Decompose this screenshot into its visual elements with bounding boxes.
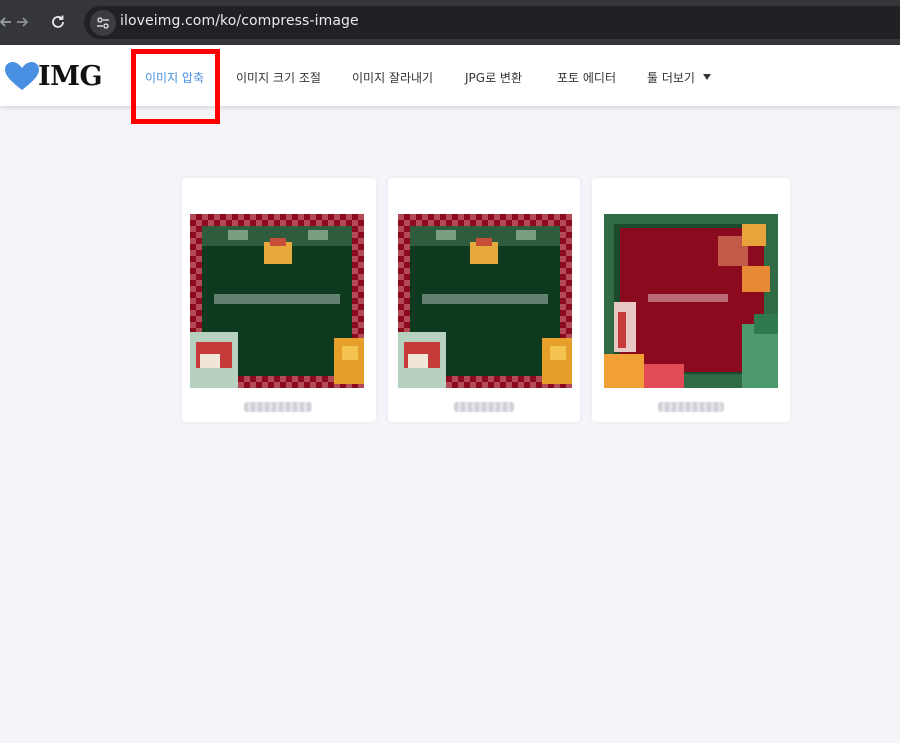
browser-toolbar: iloveimg.com/ko/compress-image bbox=[0, 0, 900, 45]
logo-text: IMG bbox=[38, 60, 103, 92]
template-card[interactable] bbox=[388, 178, 580, 422]
template-card[interactable] bbox=[182, 178, 376, 422]
site-info-button[interactable] bbox=[90, 10, 116, 36]
site-logo[interactable]: IMG bbox=[4, 59, 103, 93]
site-settings-icon bbox=[97, 17, 109, 29]
template-caption-blurred bbox=[658, 402, 724, 412]
template-thumbnail[interactable] bbox=[398, 214, 572, 388]
christmas-green-thumbnail bbox=[398, 214, 572, 388]
forward-arrow-icon bbox=[17, 17, 29, 27]
template-caption-blurred bbox=[244, 402, 312, 412]
christmas-green-thumbnail bbox=[190, 214, 364, 388]
highlight-annotation bbox=[131, 49, 220, 124]
nav-more-tools-label: 툴 더보기 bbox=[647, 71, 695, 85]
url-text[interactable]: iloveimg.com/ko/compress-image bbox=[120, 13, 359, 29]
reload-button[interactable] bbox=[46, 10, 70, 34]
nav-more-tools[interactable]: 툴 더보기 bbox=[647, 69, 711, 86]
nav-resize-image[interactable]: 이미지 크기 조절 bbox=[236, 69, 321, 86]
template-thumbnail[interactable] bbox=[604, 214, 778, 388]
reload-icon bbox=[52, 15, 64, 28]
forward-button[interactable] bbox=[10, 10, 34, 34]
nav-convert-to-jpg[interactable]: JPG로 변환 bbox=[465, 69, 522, 86]
address-bar[interactable]: iloveimg.com/ko/compress-image bbox=[84, 6, 900, 39]
caret-down-icon bbox=[702, 74, 711, 80]
template-caption-blurred bbox=[454, 402, 514, 412]
template-card[interactable] bbox=[592, 178, 790, 422]
heart-icon bbox=[5, 62, 39, 90]
nav-crop-image[interactable]: 이미지 잘라내기 bbox=[352, 69, 433, 86]
christmas-red-thumbnail bbox=[604, 214, 778, 388]
nav-photo-editor[interactable]: 포토 에디터 bbox=[557, 69, 616, 86]
template-thumbnail[interactable] bbox=[190, 214, 364, 388]
